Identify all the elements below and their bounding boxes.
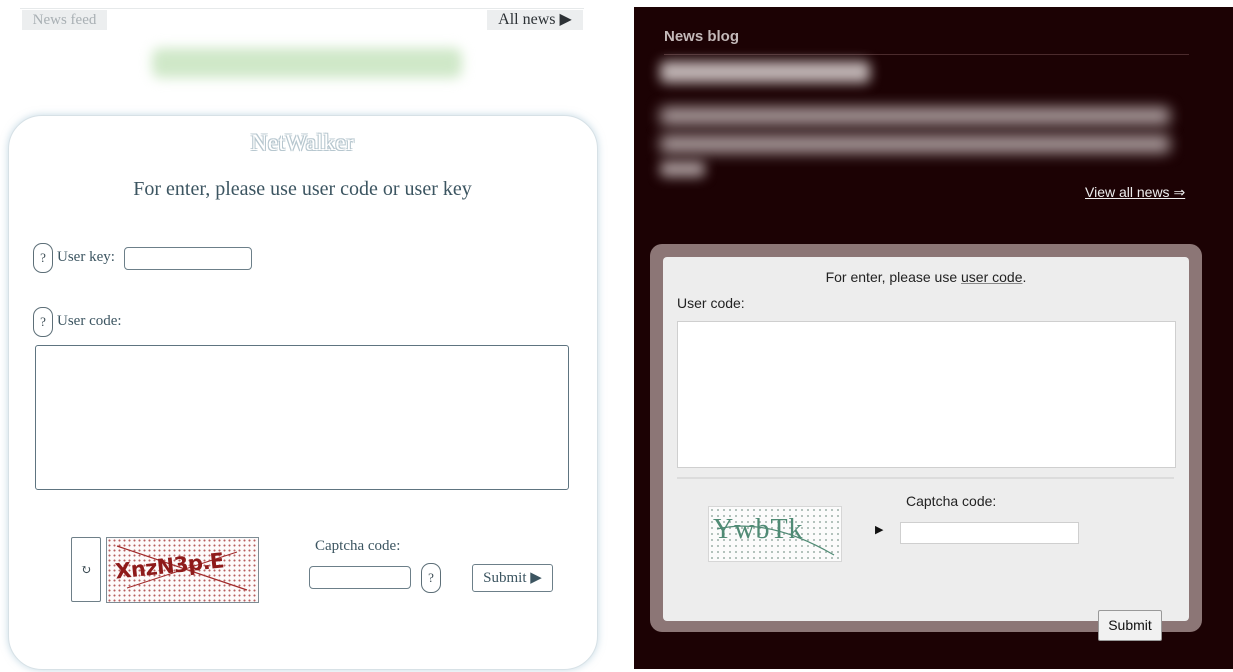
view-all-news-link[interactable]: View all news ⇒ [1085,184,1185,201]
blurred-news-heading [660,61,870,83]
captcha-input[interactable] [900,522,1079,544]
captcha-image: YwbTk [708,506,842,562]
arrow-icon: ▶ [875,524,884,536]
login-instruction: For enter, please use user code or user … [133,178,472,200]
user-code-textarea[interactable] [35,345,569,490]
top-divider [20,8,584,9]
news-feed-tab[interactable]: News feed [22,10,107,30]
user-code-help-button[interactable]: ? [33,307,53,337]
captcha-image: XnzN3p.E [106,537,259,603]
captcha-label: Captcha code: [906,493,997,509]
instruction-prefix: For enter, please use [825,269,962,285]
blurred-news-text [660,161,705,177]
captcha-input[interactable] [309,566,411,589]
title-divider [664,54,1189,55]
user-code-label: User code: [677,295,745,311]
captcha-text: YwbTk [713,514,804,545]
netwalker-logo: NetWalker [250,130,355,155]
user-code-textarea[interactable] [677,321,1176,468]
all-news-link[interactable]: All news ▶ [487,10,583,30]
blurred-news-headline [152,48,462,78]
login-card: For enter, please use user code. User co… [663,257,1189,621]
user-key-input[interactable] [124,247,252,270]
user-code-link[interactable]: user code [961,269,1022,285]
user-code-label: User code: [57,313,122,329]
submit-button[interactable]: Submit ▶ [472,564,553,592]
blurred-news-text [660,135,1170,153]
login-instruction: For enter, please use user code. [663,269,1189,285]
news-blog-title: News blog [664,28,740,45]
captcha-label: Captcha code: [315,538,401,554]
submit-button[interactable]: Submit [1098,610,1162,641]
captcha-help-button[interactable]: ? [421,563,441,593]
user-key-help-button[interactable]: ? [33,243,53,273]
blurred-news-text [660,107,1170,125]
left-login-panel: News feed All news ▶ NetWalker For enter… [0,0,620,672]
section-divider [677,477,1174,479]
captcha-refresh-button[interactable]: ↻ [71,537,101,602]
right-login-panel: News blog View all news ⇒ For enter, ple… [634,7,1233,669]
user-key-label: User key: [57,249,115,265]
instruction-suffix: . [1022,269,1027,285]
